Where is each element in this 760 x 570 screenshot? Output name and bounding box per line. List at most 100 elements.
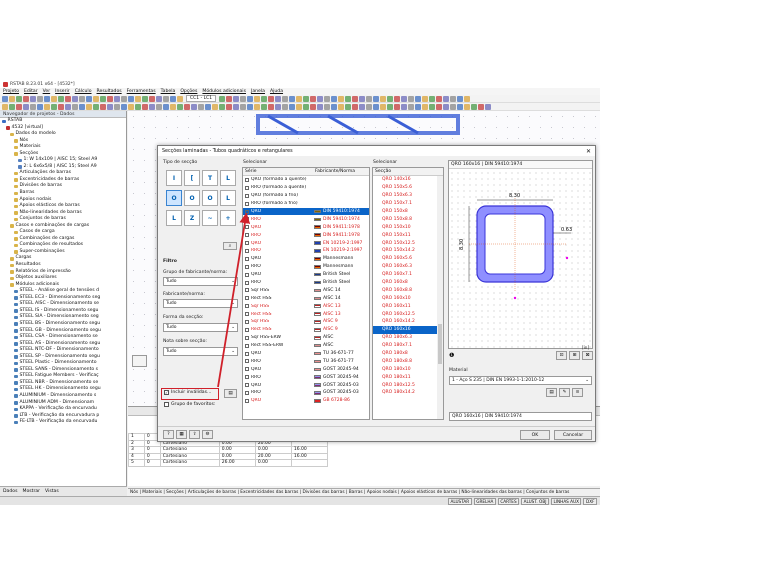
toolbar-button-icon[interactable] bbox=[436, 95, 443, 102]
toolbar-button-icon[interactable] bbox=[429, 95, 436, 102]
toolbar-button-icon[interactable] bbox=[303, 103, 309, 110]
toolbar-button-icon[interactable] bbox=[100, 103, 106, 110]
toolbar-button-icon[interactable] bbox=[240, 103, 246, 110]
shape-select[interactable]: Tudo ⌄ bbox=[163, 323, 238, 332]
section-row[interactable]: QRO 160x16 bbox=[373, 325, 438, 334]
section-row[interactable]: QRO 180x10 bbox=[373, 365, 438, 373]
toolbar-button-icon[interactable] bbox=[9, 95, 15, 102]
toolbar-button-icon[interactable] bbox=[121, 103, 127, 110]
toolbar-button-icon[interactable] bbox=[30, 95, 36, 102]
series-row[interactable]: RRO Mannesmann bbox=[243, 263, 369, 271]
toolbar-button-icon[interactable] bbox=[177, 95, 183, 102]
toolbar-button-icon[interactable] bbox=[9, 103, 15, 110]
toolbar-button-icon[interactable] bbox=[282, 95, 289, 102]
series-row[interactable]: Rect HSS-ERW AISC bbox=[243, 342, 369, 350]
series-row[interactable]: Rect HSS AISC 13 bbox=[243, 310, 369, 318]
material-library-button[interactable]: ▤ bbox=[546, 388, 557, 397]
toolbar-button-icon[interactable] bbox=[485, 103, 491, 110]
series-row[interactable]: RRO (formado a quente) bbox=[243, 184, 369, 192]
toolbar-button-icon[interactable] bbox=[212, 103, 218, 110]
toolbar-button-icon[interactable] bbox=[471, 103, 477, 110]
series-row[interactable]: QRO British Steel bbox=[243, 271, 369, 279]
toolbar-button-icon[interactable] bbox=[303, 95, 310, 102]
toolbar-button-icon[interactable] bbox=[408, 95, 415, 102]
series-row[interactable]: RRO GOST 30245-03 bbox=[243, 389, 369, 397]
toolbar-button-icon[interactable] bbox=[114, 95, 120, 102]
toolbar-button-icon[interactable] bbox=[394, 95, 401, 102]
toolbar-button-icon[interactable] bbox=[345, 95, 352, 102]
section-row[interactable]: QRO 150x11 bbox=[373, 231, 438, 239]
toolbar-button-icon[interactable] bbox=[310, 95, 317, 102]
toolbar-button-icon[interactable] bbox=[219, 103, 225, 110]
navigator-tab-2[interactable]: Vistas bbox=[45, 489, 59, 494]
section-row[interactable]: QRO 180x8 bbox=[373, 350, 438, 358]
section-type-icon-4[interactable]: O bbox=[166, 190, 182, 206]
material-new-button[interactable]: ✎ bbox=[559, 388, 570, 397]
toolbar-button-icon[interactable] bbox=[429, 103, 435, 110]
menu-item-7[interactable]: Tabela bbox=[161, 89, 176, 94]
scrollbar-thumb[interactable] bbox=[438, 324, 442, 364]
section-row[interactable]: QRO 150x8.8 bbox=[373, 215, 438, 223]
series-row[interactable]: QRO GOST 30245-94 bbox=[243, 365, 369, 373]
toolbar-button-icon[interactable] bbox=[457, 103, 463, 110]
section-row[interactable]: QRO 180x8.8 bbox=[373, 357, 438, 365]
toolbar-button-icon[interactable] bbox=[142, 95, 148, 102]
toolbar-button-icon[interactable] bbox=[128, 95, 134, 102]
toolbar-button-icon[interactable] bbox=[128, 103, 134, 110]
series-row[interactable]: Sqr HSS AISC 14 bbox=[243, 286, 369, 294]
section-type-icon-1[interactable]: [ bbox=[184, 170, 200, 186]
series-row[interactable]: RRO DIN 59410:1974 bbox=[243, 215, 369, 223]
status-toggle-1[interactable]: GRELHA bbox=[473, 497, 496, 505]
status-toggle-4[interactable]: LINHAS AUX bbox=[550, 497, 582, 505]
series-row[interactable]: RRO TU 36-671-77 bbox=[243, 357, 369, 365]
section-type-icon-6[interactable]: O bbox=[202, 190, 218, 206]
toolbar-button-icon[interactable] bbox=[86, 103, 92, 110]
toolbar-button-icon[interactable] bbox=[401, 95, 408, 102]
toolbar-button-icon[interactable] bbox=[261, 95, 268, 102]
manufacturer-select[interactable]: Tudo ⌄ bbox=[163, 299, 238, 308]
series-row[interactable]: RRO DIN 59411:1978 bbox=[243, 231, 369, 239]
section-row[interactable]: QRO 160x11 bbox=[373, 302, 438, 310]
section-row[interactable]: QRO 160x6.3 bbox=[373, 263, 438, 271]
toolbar-button-icon[interactable] bbox=[464, 103, 470, 110]
toolbar-button-icon[interactable] bbox=[443, 95, 450, 102]
loadcase-select[interactable]: CC1 - LC1 bbox=[186, 95, 217, 102]
toolbar-button-icon[interactable] bbox=[317, 95, 324, 102]
toolbar-button-icon[interactable] bbox=[331, 103, 337, 110]
toolbar-button-icon[interactable] bbox=[51, 103, 57, 110]
toolbar-button-icon[interactable] bbox=[23, 95, 29, 102]
toolbar-button-icon[interactable] bbox=[51, 95, 57, 102]
toolbar-button-icon[interactable] bbox=[37, 95, 43, 102]
menu-item-6[interactable]: Ferramentas bbox=[127, 89, 156, 94]
toolbar-button-icon[interactable] bbox=[170, 103, 176, 110]
toolbar-button-icon[interactable] bbox=[310, 103, 316, 110]
section-row[interactable]: QRO 150x12.5 bbox=[373, 239, 438, 247]
toolbar-button-icon[interactable] bbox=[79, 95, 85, 102]
toolbar-button-icon[interactable] bbox=[16, 103, 22, 110]
toolbar-button-icon[interactable] bbox=[464, 95, 471, 102]
toolbar-button-icon[interactable] bbox=[324, 103, 330, 110]
tree-item[interactable]: FE-LTB - Verificação da encurvadu bbox=[2, 419, 126, 426]
toolbar-button-icon[interactable] bbox=[457, 95, 464, 102]
toolbar-button-icon[interactable] bbox=[254, 103, 260, 110]
toolbar-button-icon[interactable] bbox=[226, 95, 233, 102]
series-row[interactable]: Sqr HSS AISC 13 bbox=[243, 302, 369, 310]
section-type-icon-0[interactable]: I bbox=[166, 170, 182, 186]
section-type-icon-9[interactable]: Z bbox=[184, 210, 200, 226]
ok-button[interactable]: OK bbox=[520, 430, 550, 440]
toolbar-button-icon[interactable] bbox=[261, 103, 267, 110]
toolbar-button-icon[interactable] bbox=[296, 103, 302, 110]
section-list-scrollbar[interactable] bbox=[437, 176, 443, 419]
toolbar-button-icon[interactable] bbox=[184, 103, 190, 110]
toolbar-button-icon[interactable] bbox=[247, 95, 254, 102]
series-row[interactable]: RRO British Steel bbox=[243, 279, 369, 287]
toolbar-button-icon[interactable] bbox=[2, 103, 8, 110]
toolbar-button-icon[interactable] bbox=[2, 95, 8, 102]
section-row[interactable]: QRO 140x16 bbox=[373, 176, 438, 184]
toolbar-button-icon[interactable] bbox=[156, 95, 162, 102]
toolbar-button-icon[interactable] bbox=[338, 95, 345, 102]
toolbar-button-icon[interactable] bbox=[107, 103, 113, 110]
series-row[interactable]: QRO (formado a quente) bbox=[243, 176, 369, 184]
series-row[interactable]: QRO DIN 59411:1978 bbox=[243, 223, 369, 231]
table-icon[interactable]: ▦ bbox=[176, 430, 187, 439]
